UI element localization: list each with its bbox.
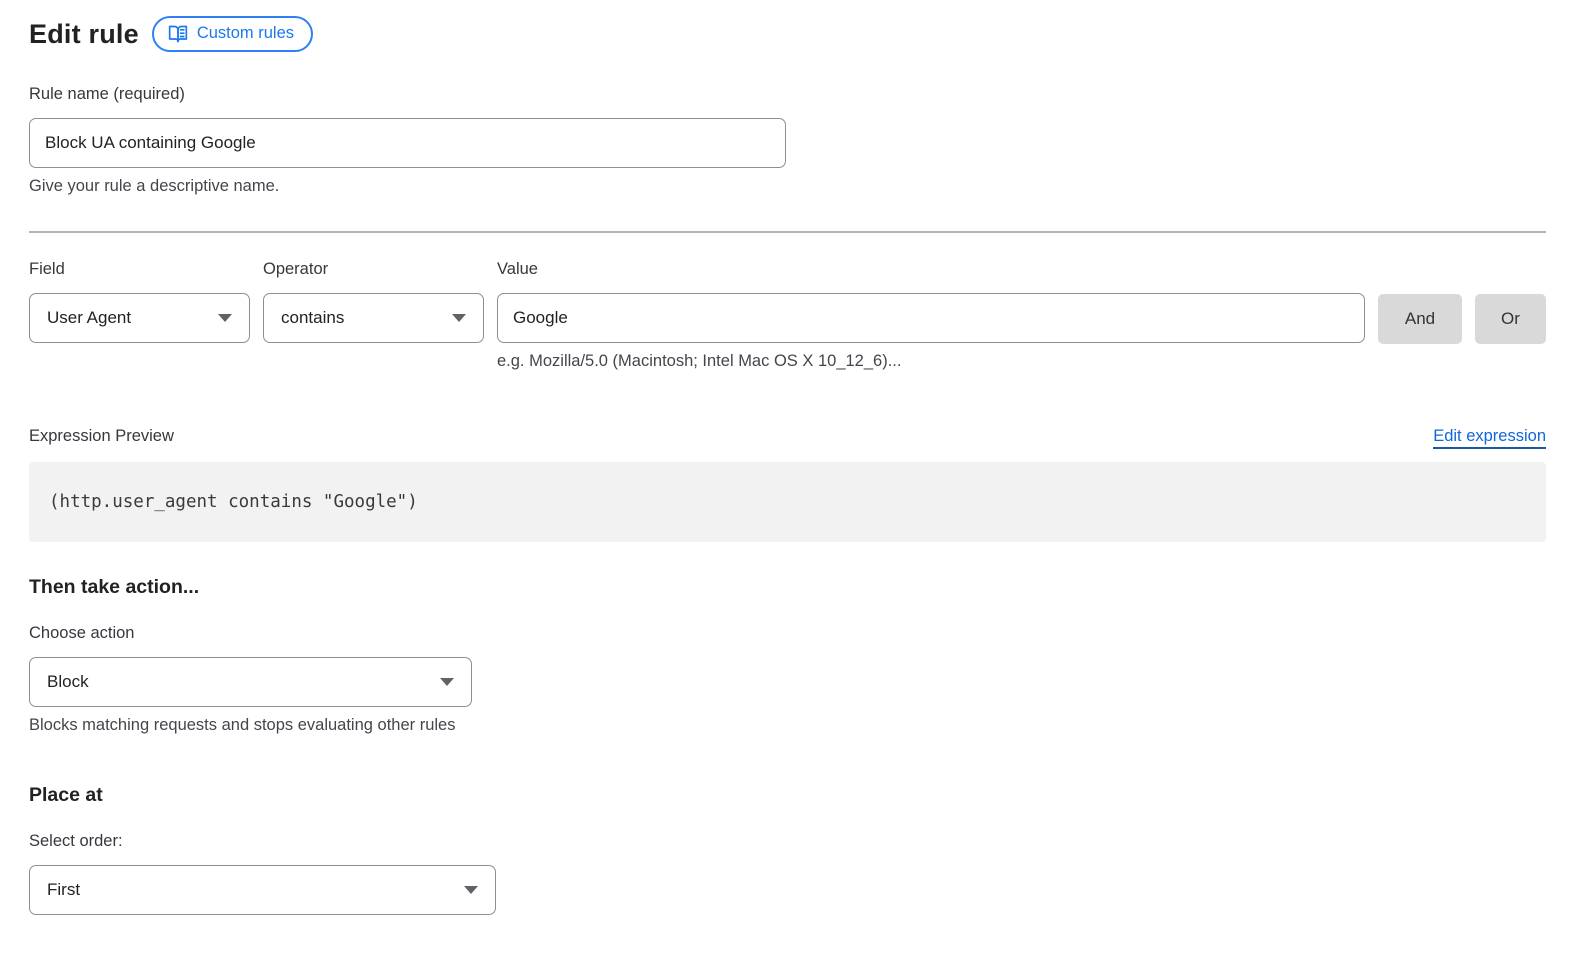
and-button[interactable]: And — [1378, 294, 1462, 344]
rule-name-label: Rule name (required) — [29, 85, 1546, 104]
place-at-heading: Place at — [29, 784, 1546, 807]
order-select[interactable]: First — [29, 865, 496, 915]
action-select-value: Block — [47, 672, 89, 692]
order-select-value: First — [47, 880, 80, 900]
expression-preview-label: Expression Preview — [29, 427, 174, 446]
field-select-value: User Agent — [47, 308, 131, 328]
label-spacer — [1475, 260, 1546, 294]
value-label: Value — [497, 260, 1365, 279]
placement-section: Place at Select order: First — [29, 784, 1546, 915]
then-take-action-heading: Then take action... — [29, 576, 1546, 599]
page-header: Edit rule Custom rules — [29, 16, 1546, 52]
action-section: Then take action... Choose action Block … — [29, 576, 1546, 735]
value-helper: e.g. Mozilla/5.0 (Macintosh; Intel Mac O… — [497, 352, 1365, 371]
edit-rule-page: Edit rule Custom rules Rule name (requir… — [0, 0, 1587, 955]
rule-name-input[interactable] — [29, 118, 786, 168]
select-order-label: Select order: — [29, 832, 1546, 851]
chevron-down-icon — [440, 678, 454, 686]
choose-action-label: Choose action — [29, 624, 1546, 643]
custom-rules-badge[interactable]: Custom rules — [152, 16, 313, 52]
and-button-column: And — [1378, 260, 1462, 344]
value-input[interactable] — [497, 293, 1365, 343]
or-button[interactable]: Or — [1475, 294, 1546, 344]
operator-select[interactable]: contains — [263, 293, 484, 343]
value-column: Value e.g. Mozilla/5.0 (Macintosh; Intel… — [497, 260, 1365, 371]
operator-select-value: contains — [281, 308, 344, 328]
expression-section: Expression Preview Edit expression (http… — [29, 427, 1546, 542]
field-select[interactable]: User Agent — [29, 293, 250, 343]
book-open-icon — [168, 24, 188, 44]
action-helper: Blocks matching requests and stops evalu… — [29, 716, 1546, 735]
section-divider — [29, 231, 1546, 233]
label-spacer — [1378, 260, 1462, 294]
rule-name-section: Rule name (required) Give your rule a de… — [29, 85, 1546, 196]
expression-preview-box: (http.user_agent contains "Google") — [29, 462, 1546, 542]
operator-column: Operator contains — [263, 260, 484, 343]
edit-expression-link[interactable]: Edit expression — [1433, 427, 1546, 449]
field-label: Field — [29, 260, 250, 279]
operator-label: Operator — [263, 260, 484, 279]
chevron-down-icon — [218, 314, 232, 322]
rule-name-helper: Give your rule a descriptive name. — [29, 177, 1546, 196]
field-column: Field User Agent — [29, 260, 250, 343]
chevron-down-icon — [452, 314, 466, 322]
action-select[interactable]: Block — [29, 657, 472, 707]
condition-row: Field User Agent Operator contains Value… — [29, 260, 1546, 371]
chevron-down-icon — [464, 886, 478, 894]
or-button-column: Or — [1475, 260, 1546, 344]
expression-header: Expression Preview Edit expression — [29, 427, 1546, 449]
custom-rules-badge-label: Custom rules — [197, 25, 294, 42]
page-title: Edit rule — [29, 19, 139, 50]
expression-code: (http.user_agent contains "Google") — [49, 492, 418, 512]
